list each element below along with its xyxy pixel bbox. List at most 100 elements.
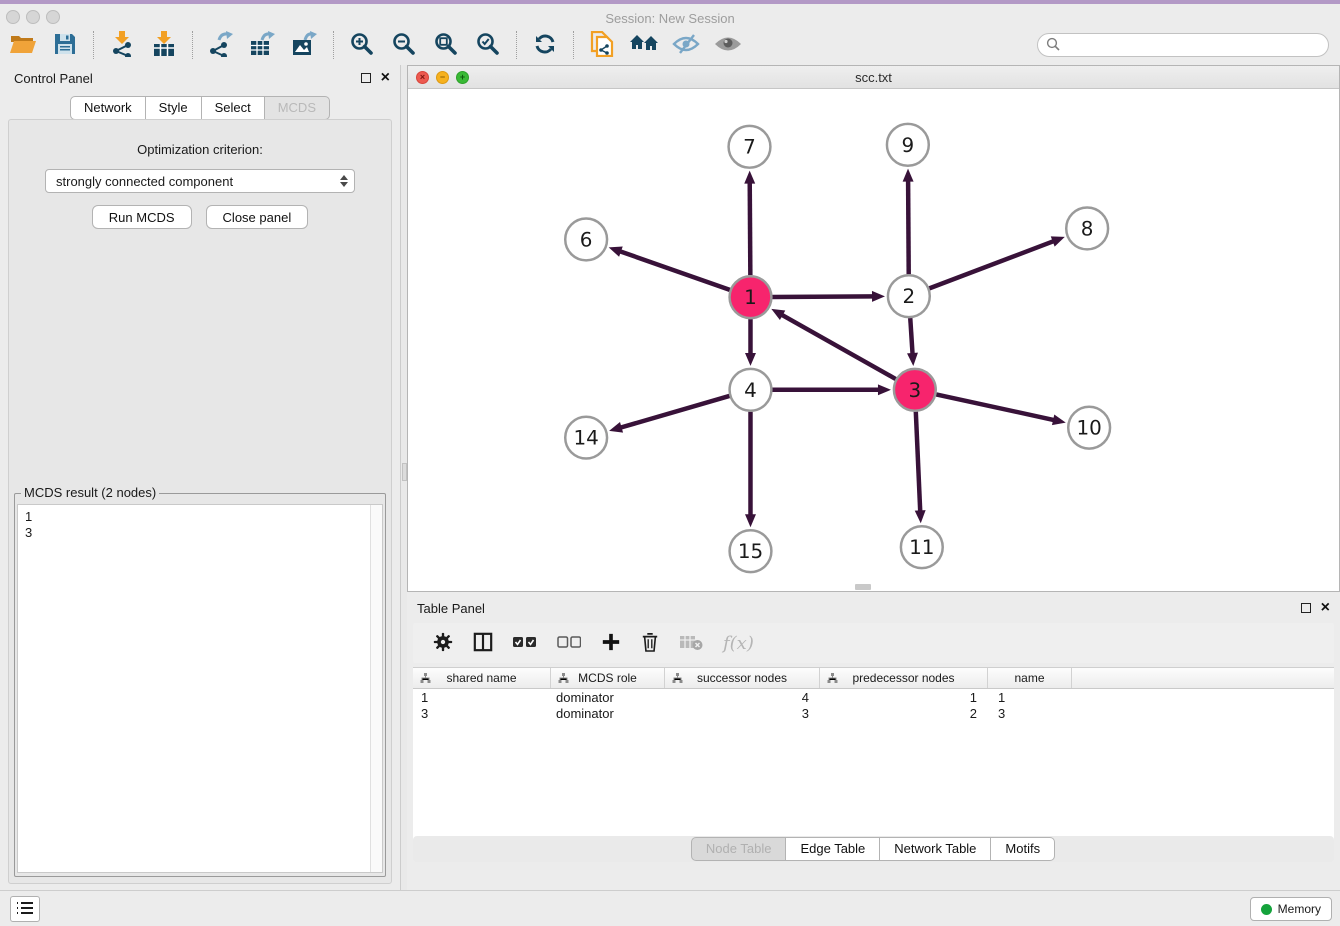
network-canvas[interactable]: 7968124314101511	[408, 89, 1339, 591]
add-column-button[interactable]	[601, 632, 621, 655]
open-network-file-button[interactable]	[581, 28, 623, 62]
graph-edge[interactable]	[929, 241, 1054, 289]
search-input[interactable]	[1065, 35, 1328, 55]
export-table-button[interactable]	[242, 28, 284, 62]
graph-edge-arrowhead	[1051, 236, 1065, 246]
table-row[interactable]: 3 dominator 3 2 3	[413, 705, 1334, 721]
graph-edge[interactable]	[908, 180, 909, 275]
cell-successor-nodes: 3	[665, 706, 820, 721]
search-icon	[1046, 37, 1060, 54]
graph-edge-arrowhead	[745, 514, 756, 527]
tab-style[interactable]: Style	[145, 96, 202, 120]
import-table-icon	[152, 31, 176, 60]
gear-icon	[433, 632, 453, 655]
result-line: 3	[18, 525, 382, 541]
network-minimize-icon[interactable]: −	[436, 71, 449, 84]
table-settings-button[interactable]	[433, 632, 453, 655]
select-all-rows-button[interactable]	[513, 635, 537, 652]
home-button[interactable]	[623, 28, 665, 62]
export-network-icon	[208, 31, 234, 60]
zoom-out-button[interactable]	[383, 28, 425, 62]
export-image-icon	[292, 31, 318, 60]
column-header-mcds-role[interactable]: MCDS role	[551, 668, 665, 688]
show-columns-button[interactable]	[473, 632, 493, 655]
criterion-select[interactable]: strongly connected component	[45, 169, 355, 193]
zoom-out-icon	[392, 32, 416, 59]
float-table-panel-icon[interactable]	[1301, 603, 1311, 613]
trash-icon	[641, 632, 659, 655]
zoom-in-icon	[350, 32, 374, 59]
open-session-button[interactable]	[2, 28, 44, 62]
result-scrollbar[interactable]	[370, 505, 382, 872]
graph-edge[interactable]	[910, 318, 912, 355]
graph-edge[interactable]	[620, 396, 730, 428]
table-row[interactable]: 1 dominator 4 1 1	[413, 689, 1334, 705]
control-panel-title: Control Panel	[14, 71, 93, 86]
column-header-shared-name[interactable]: shared name	[413, 668, 551, 688]
tab-motifs[interactable]: Motifs	[990, 837, 1055, 861]
table-header-row: shared name MCDS role successor nodes pr…	[413, 668, 1334, 689]
deselect-all-rows-button[interactable]	[557, 635, 581, 652]
task-history-button[interactable]	[10, 896, 40, 922]
network-close-icon[interactable]: ×	[416, 71, 429, 84]
float-panel-icon[interactable]	[361, 73, 371, 83]
graph-edge[interactable]	[619, 251, 730, 290]
zoom-selected-button[interactable]	[467, 28, 509, 62]
delete-table-button-disabled[interactable]	[679, 633, 703, 654]
cell-predecessor-nodes: 1	[820, 690, 988, 705]
close-panel-button[interactable]: Close panel	[206, 205, 309, 229]
graph-edge-arrowhead	[915, 510, 926, 523]
graph-edge-arrowhead	[745, 353, 756, 366]
zoom-selected-icon	[476, 32, 500, 59]
graph-edge-arrowhead	[878, 384, 891, 395]
show-all-button[interactable]	[707, 28, 749, 62]
refresh-button[interactable]	[524, 28, 566, 62]
column-header-name[interactable]: name	[988, 668, 1072, 688]
houses-icon	[629, 33, 659, 58]
save-session-button[interactable]	[44, 28, 86, 62]
app-titlebar: Session: New Session	[0, 0, 1340, 26]
hide-selected-button[interactable]	[665, 28, 707, 62]
graph-edge[interactable]	[750, 182, 751, 276]
network-resize-grip[interactable]	[855, 584, 871, 590]
export-image-button[interactable]	[284, 28, 326, 62]
graph-edge[interactable]	[916, 412, 920, 513]
tab-network[interactable]: Network	[70, 96, 146, 120]
zoom-fit-button[interactable]	[425, 28, 467, 62]
graph-edge[interactable]	[772, 296, 874, 297]
memory-button[interactable]: Memory	[1250, 897, 1332, 921]
cell-successor-nodes: 4	[665, 690, 820, 705]
tab-edge-table[interactable]: Edge Table	[785, 837, 880, 861]
tab-select[interactable]: Select	[201, 96, 265, 120]
delete-column-button[interactable]	[641, 632, 659, 655]
column-header-predecessor-nodes[interactable]: predecessor nodes	[820, 668, 988, 688]
table-panel: Table Panel × f(x) shared name MCDS role…	[407, 595, 1340, 886]
graph-edge[interactable]	[781, 314, 896, 379]
tab-node-table[interactable]: Node Table	[691, 837, 787, 861]
run-mcds-button[interactable]: Run MCDS	[92, 205, 192, 229]
export-network-button[interactable]	[200, 28, 242, 62]
network-window-title: scc.txt	[408, 70, 1339, 85]
function-builder-button-disabled[interactable]: f(x)	[723, 633, 754, 654]
network-maximize-icon[interactable]: +	[456, 71, 469, 84]
close-table-panel-icon[interactable]: ×	[1321, 603, 1330, 613]
close-panel-icon[interactable]: ×	[381, 73, 390, 83]
tab-network-table[interactable]: Network Table	[879, 837, 991, 861]
network-window-titlebar[interactable]: × − + scc.txt	[408, 66, 1339, 89]
select-stepper-icon	[340, 175, 348, 187]
import-table-button[interactable]	[143, 28, 185, 62]
zoom-in-button[interactable]	[341, 28, 383, 62]
cell-shared-name: 1	[413, 690, 551, 705]
search-field[interactable]	[1037, 33, 1329, 57]
column-header-successor-nodes[interactable]: successor nodes	[665, 668, 820, 688]
import-network-button[interactable]	[101, 28, 143, 62]
eye-icon	[714, 35, 742, 56]
panel-divider[interactable]	[400, 65, 407, 890]
graph-edge[interactable]	[936, 394, 1055, 420]
tab-mcds[interactable]: MCDS	[264, 96, 330, 120]
network-graph[interactable]: 7968124314101511	[408, 89, 1339, 591]
toolbar-separator	[192, 31, 193, 59]
mcds-result-area[interactable]: 1 3	[17, 504, 383, 873]
cell-mcds-role: dominator	[551, 706, 665, 721]
open-folder-icon	[10, 33, 36, 58]
